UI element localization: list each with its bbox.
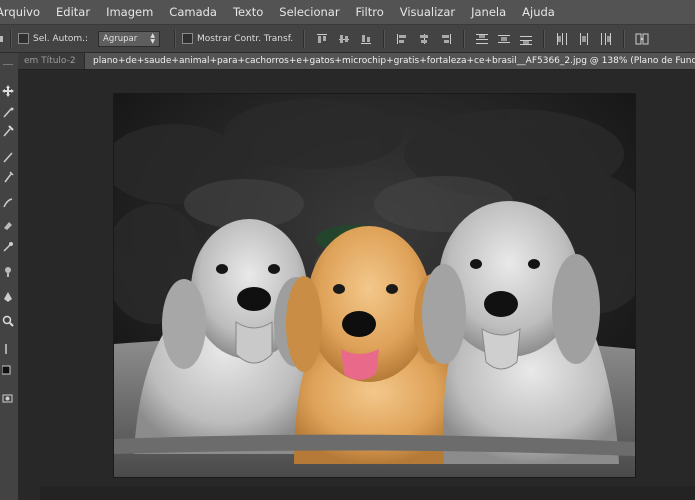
menu-visualizar[interactable]: Visualizar xyxy=(392,5,463,19)
move-tool-icon[interactable] xyxy=(0,83,16,99)
align-right-icon[interactable] xyxy=(439,32,453,46)
tab-untitled[interactable]: em Título-2 × xyxy=(18,53,85,69)
menu-imagem[interactable]: Imagem xyxy=(98,5,161,19)
document-canvas[interactable] xyxy=(114,94,635,477)
dropdown-arrows-icon: ▲ ▼ xyxy=(150,31,156,45)
menu-texto[interactable]: Texto xyxy=(225,5,271,19)
auto-select-dropdown[interactable]: Agrupar ▲ ▼ xyxy=(98,30,161,47)
options-separator xyxy=(623,29,626,48)
show-transform-label: Mostrar Contr. Transf. xyxy=(197,33,294,44)
distribute-top-icon[interactable] xyxy=(475,32,489,46)
options-separator xyxy=(543,29,546,48)
menu-selecionar[interactable]: Selecionar xyxy=(271,5,347,19)
photo-three-puppies-icon xyxy=(114,94,635,477)
distribute-vcenter-icon[interactable] xyxy=(497,32,511,46)
distribute-right-icon[interactable] xyxy=(599,32,613,46)
options-bar: Sel. Autom.: Agrupar ▲ ▼ Mostrar Contr. T… xyxy=(0,25,695,53)
show-transform-checkbox[interactable]: Mostrar Contr. Transf. xyxy=(182,33,293,44)
options-separator xyxy=(383,29,386,48)
pen-tool-icon[interactable] xyxy=(0,289,16,305)
auto-select-checkbox[interactable]: Sel. Autom.: xyxy=(18,33,88,44)
options-separator xyxy=(174,29,177,48)
tools-panel xyxy=(0,53,19,500)
align-left-icon[interactable] xyxy=(395,32,409,46)
hand-tool-icon[interactable] xyxy=(0,341,16,357)
dodge-tool-icon[interactable] xyxy=(0,263,16,279)
toolbar-collapse-icon[interactable] xyxy=(0,57,16,73)
zoom-tool-icon[interactable] xyxy=(0,313,16,329)
tab-untitled-label: em Título-2 xyxy=(24,56,76,66)
clone-stamp-tool-icon[interactable] xyxy=(0,169,16,185)
distribute-hcenter-icon[interactable] xyxy=(577,32,591,46)
align-top-icon[interactable] xyxy=(315,32,329,46)
marquee-tool-icon[interactable] xyxy=(0,105,16,121)
align-hcenter-icon[interactable] xyxy=(417,32,431,46)
auto-select-label: Sel. Autom.: xyxy=(33,33,89,44)
status-bar xyxy=(40,486,695,500)
auto-select-value: Agrupar xyxy=(103,33,138,44)
options-separator xyxy=(303,29,306,48)
auto-align-layers-icon[interactable] xyxy=(635,32,649,46)
history-brush-tool-icon[interactable] xyxy=(0,195,16,211)
align-vcenter-icon[interactable] xyxy=(337,32,351,46)
gradient-tool-icon[interactable] xyxy=(0,239,16,255)
menu-arquivo[interactable]: Arquivo xyxy=(0,5,48,19)
quick-mask-icon[interactable] xyxy=(0,391,16,407)
distribute-bottom-icon[interactable] xyxy=(519,32,533,46)
brush-tool-icon[interactable] xyxy=(0,149,16,165)
foreground-color-icon[interactable] xyxy=(0,363,16,379)
menu-camada[interactable]: Camada xyxy=(161,5,225,19)
menu-editar[interactable]: Editar xyxy=(48,5,98,19)
options-separator xyxy=(463,29,466,48)
auto-select-check-icon xyxy=(18,33,29,44)
eraser-tool-icon[interactable] xyxy=(0,217,16,233)
menu-janela[interactable]: Janela xyxy=(463,5,514,19)
align-bottom-icon[interactable] xyxy=(359,32,373,46)
quick-selection-tool-icon[interactable] xyxy=(0,123,16,139)
menu-filtro[interactable]: Filtro xyxy=(348,5,392,19)
document-tabs: em Título-2 × plano+de+saude+animal+para… xyxy=(18,53,695,70)
menu-ajuda[interactable]: Ajuda xyxy=(514,5,563,19)
tab-active-document-label: plano+de+saude+animal+para+cachorros+e+g… xyxy=(93,56,695,66)
options-separator xyxy=(10,29,12,48)
distribute-left-icon[interactable] xyxy=(555,32,569,46)
tool-preset-icon[interactable] xyxy=(0,32,4,46)
show-transform-check-icon xyxy=(182,33,194,44)
menu-bar: Arquivo Editar Imagem Camada Texto Selec… xyxy=(0,0,695,25)
tab-active-document[interactable]: plano+de+saude+animal+para+cachorros+e+g… xyxy=(85,53,695,69)
